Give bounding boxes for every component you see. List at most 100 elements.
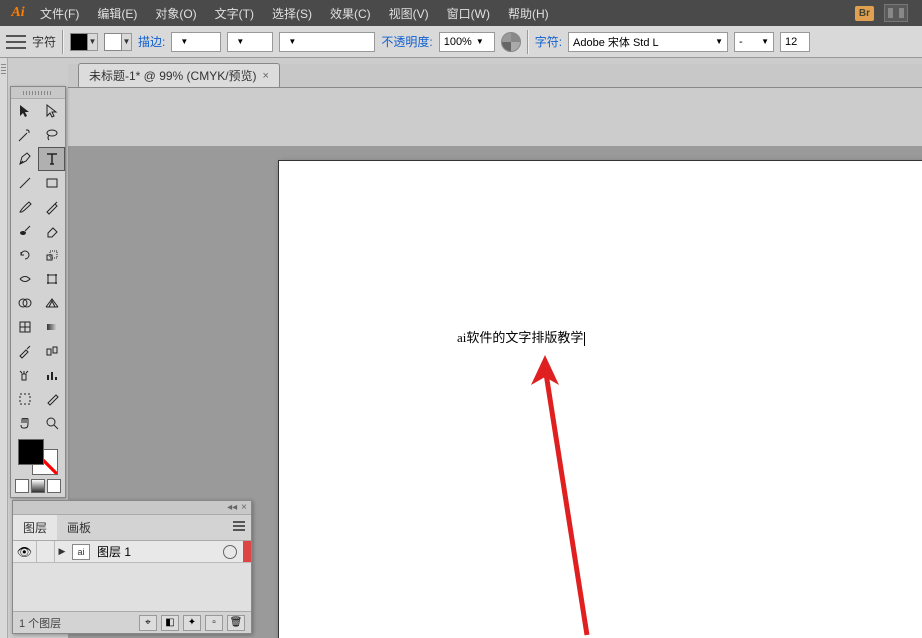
font-size-value: 12 <box>785 36 797 48</box>
character-panel-label[interactable]: 字符 <box>32 33 56 50</box>
scale-tool[interactable] <box>38 243 65 267</box>
pen-tool[interactable] <box>11 147 38 171</box>
width-tool[interactable] <box>11 267 38 291</box>
tab-layers[interactable]: 图层 <box>13 515 57 540</box>
eyedropper-tool[interactable] <box>11 339 38 363</box>
stroke-label[interactable]: 描边: <box>138 33 165 50</box>
opacity-label[interactable]: 不透明度: <box>381 33 432 50</box>
zoom-tool[interactable] <box>38 411 65 435</box>
stroke-swatch[interactable]: ▼ <box>104 33 132 51</box>
bridge-badge[interactable]: Br <box>855 6 874 21</box>
selection-tool[interactable] <box>11 99 38 123</box>
color-section <box>11 435 65 497</box>
variable-width-select[interactable]: ▼ <box>227 32 273 52</box>
eraser-tool[interactable] <box>38 219 65 243</box>
layers-empty-area <box>13 563 251 611</box>
font-style-select[interactable]: -▼ <box>734 32 774 52</box>
brush-select[interactable]: ▼ <box>279 32 375 52</box>
delete-layer-icon[interactable]: 🗑 <box>227 615 245 631</box>
menu-view[interactable]: 视图(V) <box>381 1 437 26</box>
layers-panel-footer: 1 个图层 ⌖ ◧ ✦ ▫ 🗑 <box>13 611 251 633</box>
app-logo: Ai <box>6 3 30 23</box>
line-tool[interactable] <box>11 171 38 195</box>
shape-builder-tool[interactable] <box>11 291 38 315</box>
perspective-grid-tool[interactable] <box>38 291 65 315</box>
font-family-value: Adobe 宋体 Std L <box>573 34 659 50</box>
panel-menu-icon[interactable] <box>6 35 26 49</box>
layers-panel: ◂◂ × 图层 画板 👁 ▶ ai 图层 1 1 个图层 ⌖ ◧ ✦ ▫ 🗑 <box>12 500 252 634</box>
column-graph-tool[interactable] <box>38 363 65 387</box>
annotation-arrow <box>531 355 601 638</box>
recolor-artwork-icon[interactable] <box>501 32 521 52</box>
target-icon[interactable] <box>223 545 237 559</box>
panel-menu-icon[interactable] <box>227 515 251 540</box>
canvas-text-object[interactable]: ai软件的文字排版教学 <box>457 327 585 346</box>
type-tool[interactable] <box>38 147 65 171</box>
rectangle-tool[interactable] <box>38 171 65 195</box>
menu-help[interactable]: 帮助(H) <box>500 1 557 26</box>
menu-window[interactable]: 窗口(W) <box>439 1 498 26</box>
close-panel-icon[interactable]: × <box>241 502 247 513</box>
fill-color-swatch[interactable] <box>18 439 44 465</box>
drawing-modes <box>15 479 61 493</box>
blob-brush-tool[interactable] <box>11 219 38 243</box>
fill-stroke-swatches[interactable] <box>18 439 58 475</box>
direct-selection-tool[interactable] <box>38 99 65 123</box>
left-dock <box>0 58 8 638</box>
menu-select[interactable]: 选择(S) <box>264 1 320 26</box>
magic-wand-tool[interactable] <box>11 123 38 147</box>
new-layer-icon[interactable]: ▫ <box>205 615 223 631</box>
tools-panel-grip[interactable] <box>11 87 65 99</box>
menu-edit[interactable]: 编辑(E) <box>89 1 145 26</box>
mesh-tool[interactable] <box>11 315 38 339</box>
free-transform-tool[interactable] <box>38 267 65 291</box>
opacity-value: 100% <box>444 36 472 48</box>
new-sublayer-icon[interactable]: ✦ <box>183 615 201 631</box>
layer-name[interactable]: 图层 1 <box>93 543 223 560</box>
stroke-weight-select[interactable]: ▼ <box>171 32 221 52</box>
collapse-panel-icon[interactable]: ◂◂ <box>227 502 237 513</box>
locate-object-icon[interactable]: ⌖ <box>139 615 157 631</box>
tools-panel <box>10 86 66 498</box>
character-label[interactable]: 字符: <box>535 33 562 50</box>
menu-file[interactable]: 文件(F) <box>32 1 87 26</box>
separator <box>527 30 529 54</box>
menu-bar: Ai 文件(F) 编辑(E) 对象(O) 文字(T) 选择(S) 效果(C) 视… <box>0 0 922 26</box>
layers-panel-tabs: 图层 画板 <box>13 515 251 541</box>
layer-color-indicator <box>243 541 251 562</box>
rotate-tool[interactable] <box>11 243 38 267</box>
font-size-select[interactable]: 12 <box>780 32 810 52</box>
workspace-layout-icon[interactable] <box>884 4 908 22</box>
gradient-mode-icon[interactable] <box>31 479 45 493</box>
symbol-sprayer-tool[interactable] <box>11 363 38 387</box>
visibility-toggle-icon[interactable]: 👁 <box>13 541 37 562</box>
menu-type[interactable]: 文字(T) <box>207 1 262 26</box>
pencil-tool[interactable] <box>38 195 65 219</box>
slice-tool[interactable] <box>38 387 65 411</box>
menu-effect[interactable]: 效果(C) <box>322 1 379 26</box>
font-style-value: - <box>739 36 743 48</box>
options-bar: 字符 ▼ ▼ 描边: ▼ ▼ ▼ 不透明度: 100%▼ 字符: Adobe 宋… <box>0 26 922 58</box>
gradient-tool[interactable] <box>38 315 65 339</box>
font-family-select[interactable]: Adobe 宋体 Std L▼ <box>568 32 728 52</box>
make-clipping-mask-icon[interactable]: ◧ <box>161 615 179 631</box>
artboard[interactable]: ai软件的文字排版教学 <box>278 160 922 638</box>
color-mode-icon[interactable] <box>15 479 29 493</box>
expand-layer-icon[interactable]: ▶ <box>55 546 69 557</box>
layers-panel-header[interactable]: ◂◂ × <box>13 501 251 515</box>
lock-toggle[interactable] <box>37 541 55 562</box>
menu-object[interactable]: 对象(O) <box>147 1 204 26</box>
opacity-select[interactable]: 100%▼ <box>439 32 495 52</box>
none-mode-icon[interactable] <box>47 479 61 493</box>
layer-count-label: 1 个图层 <box>19 615 135 631</box>
tab-artboards[interactable]: 画板 <box>57 515 101 540</box>
separator <box>62 30 64 54</box>
fill-swatch[interactable]: ▼ <box>70 33 98 51</box>
paintbrush-tool[interactable] <box>11 195 38 219</box>
blend-tool[interactable] <box>38 339 65 363</box>
lasso-tool[interactable] <box>38 123 65 147</box>
layer-row[interactable]: 👁 ▶ ai 图层 1 <box>13 541 251 563</box>
artboard-tool[interactable] <box>11 387 38 411</box>
layer-thumbnail: ai <box>72 544 90 560</box>
hand-tool[interactable] <box>11 411 38 435</box>
